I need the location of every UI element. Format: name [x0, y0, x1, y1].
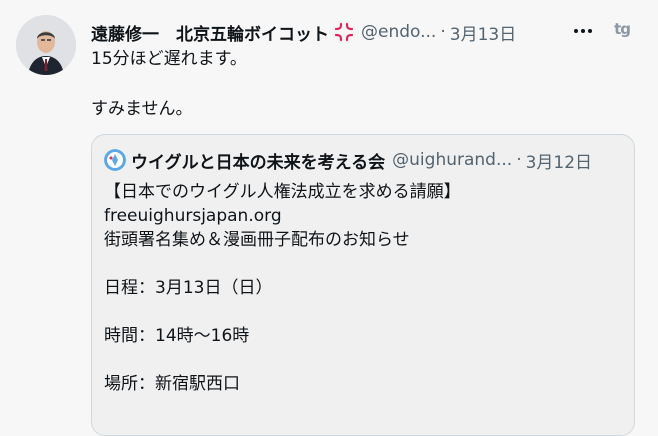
app-badge-icon: tg: [614, 20, 631, 38]
quoted-author-handle[interactable]: @uighurand...: [392, 150, 512, 170]
more-dots-icon[interactable]: [572, 22, 594, 40]
tweet-header: 遠藤修一 北京五輪ボイコット @endo... · 3月13日: [91, 19, 641, 45]
quoted-separator-dot: ·: [516, 150, 522, 170]
author-avatar[interactable]: [16, 15, 76, 75]
author-avatar-image: [16, 15, 76, 75]
quoted-tweet[interactable]: ウイグルと日本の未来を考える会 @uighurand... · 3月12日 【日…: [91, 134, 635, 436]
tweet-timestamp[interactable]: 3月13日: [450, 20, 516, 45]
quoted-author-name[interactable]: ウイグルと日本の未来を考える会: [131, 148, 385, 173]
separator-dot: ·: [440, 22, 446, 42]
quoted-author-avatar[interactable]: [104, 149, 126, 171]
author-name[interactable]: 遠藤修一 北京五輪ボイコット: [91, 20, 329, 45]
quoted-tweet-header: ウイグルと日本の未来を考える会 @uighurand... · 3月12日: [104, 148, 592, 173]
anger-icon: [334, 22, 354, 42]
tweet-card[interactable]: 遠藤修一 北京五輪ボイコット @endo... · 3月13日 tg 15分ほど…: [0, 0, 658, 436]
quoted-tweet-text: 【日本でのウイグル人権法成立を求める請願】 freeuighursjapan.o…: [104, 182, 461, 394]
author-handle[interactable]: @endo...: [361, 22, 436, 42]
quoted-timestamp[interactable]: 3月12日: [526, 148, 592, 173]
tweet-text: 15分ほど遅れます。 すみません。: [91, 49, 247, 119]
